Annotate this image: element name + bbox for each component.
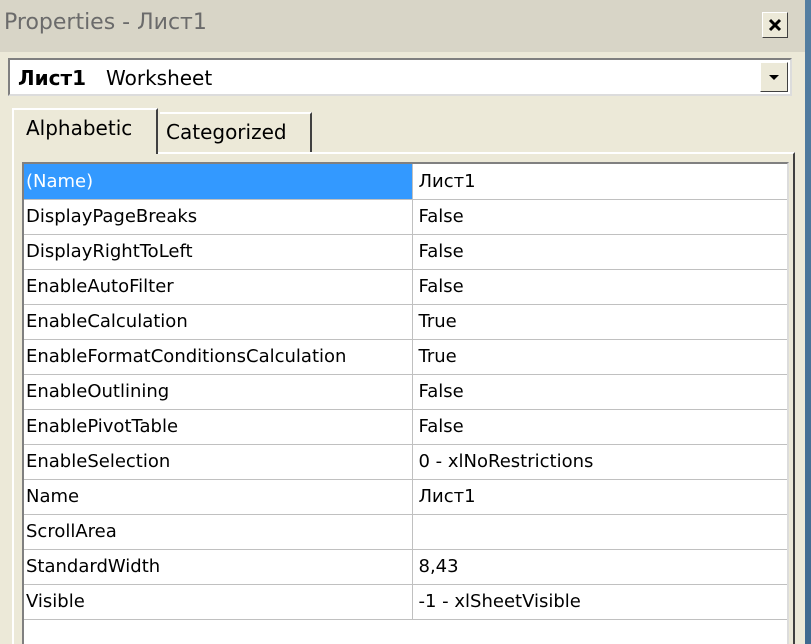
property-value[interactable]: True (412, 339, 787, 375)
property-value[interactable]: False (412, 409, 787, 445)
object-type: Worksheet (106, 66, 213, 90)
property-value[interactable]: False (412, 374, 787, 410)
property-value[interactable]: 8,43 (412, 549, 787, 585)
property-name[interactable]: DisplayPageBreaks (24, 199, 413, 235)
property-name[interactable]: DisplayRightToLeft (24, 234, 413, 270)
tab-label: Alphabetic (26, 116, 133, 140)
property-grid: (Name) Лист1 DisplayPageBreaks False Dis… (22, 162, 789, 644)
property-value[interactable] (412, 514, 787, 550)
property-row[interactable]: EnableOutlining False (24, 374, 787, 410)
property-value[interactable]: False (412, 234, 787, 270)
property-row[interactable]: DisplayPageBreaks False (24, 199, 787, 235)
property-value[interactable]: Лист1 (412, 164, 787, 200)
properties-window: Properties - Лист1 Лист1 Worksheet Alpha… (0, 0, 805, 644)
tab-strip: Alphabetic Categorized (12, 108, 792, 154)
tab-label: Categorized (166, 120, 287, 144)
object-dropdown[interactable]: Лист1 Worksheet (8, 58, 792, 96)
property-row[interactable]: EnableSelection 0 - xlNoRestrictions (24, 444, 787, 480)
property-name[interactable]: Name (24, 479, 413, 515)
property-name[interactable]: ScrollArea (24, 514, 413, 550)
property-value[interactable]: Лист1 (412, 479, 787, 515)
property-value[interactable]: 0 - xlNoRestrictions (412, 444, 787, 480)
property-row[interactable]: EnableFormatConditionsCalculation True (24, 339, 787, 375)
dropdown-button[interactable] (760, 62, 788, 92)
window-title: Properties - Лист1 (4, 10, 207, 35)
property-row[interactable]: StandardWidth 8,43 (24, 549, 787, 585)
property-name[interactable]: EnableAutoFilter (24, 269, 413, 305)
property-name[interactable]: EnablePivotTable (24, 409, 413, 445)
tab-categorized[interactable]: Categorized (160, 112, 312, 152)
property-row[interactable]: EnablePivotTable False (24, 409, 787, 445)
title-bar[interactable]: Properties - Лист1 (0, 0, 805, 52)
property-row[interactable]: EnableAutoFilter False (24, 269, 787, 305)
property-row[interactable]: Visible -1 - xlSheetVisible (24, 584, 787, 620)
property-name[interactable]: (Name) (24, 164, 413, 200)
property-row[interactable]: EnableCalculation True (24, 304, 787, 340)
object-name: Лист1 (18, 66, 86, 90)
property-value[interactable]: True (412, 304, 787, 340)
property-value[interactable]: -1 - xlSheetVisible (412, 584, 787, 620)
close-button[interactable] (762, 12, 788, 38)
property-row[interactable]: (Name) Лист1 (24, 164, 787, 200)
property-value[interactable]: False (412, 269, 787, 305)
property-name[interactable]: EnableCalculation (24, 304, 413, 340)
property-table: (Name) Лист1 DisplayPageBreaks False Dis… (24, 164, 787, 620)
close-icon (768, 18, 782, 32)
property-value[interactable]: False (412, 199, 787, 235)
property-name[interactable]: EnableFormatConditionsCalculation (24, 339, 413, 375)
property-name[interactable]: Visible (24, 584, 413, 620)
property-row[interactable]: DisplayRightToLeft False (24, 234, 787, 270)
chevron-down-icon (769, 75, 779, 80)
property-row[interactable]: Name Лист1 (24, 479, 787, 515)
tab-panel: (Name) Лист1 DisplayPageBreaks False Dis… (12, 152, 795, 644)
tab-alphabetic[interactable]: Alphabetic (12, 108, 158, 154)
property-name[interactable]: StandardWidth (24, 549, 413, 585)
property-name[interactable]: EnableOutlining (24, 374, 413, 410)
property-name[interactable]: EnableSelection (24, 444, 413, 480)
property-row[interactable]: ScrollArea (24, 514, 787, 550)
